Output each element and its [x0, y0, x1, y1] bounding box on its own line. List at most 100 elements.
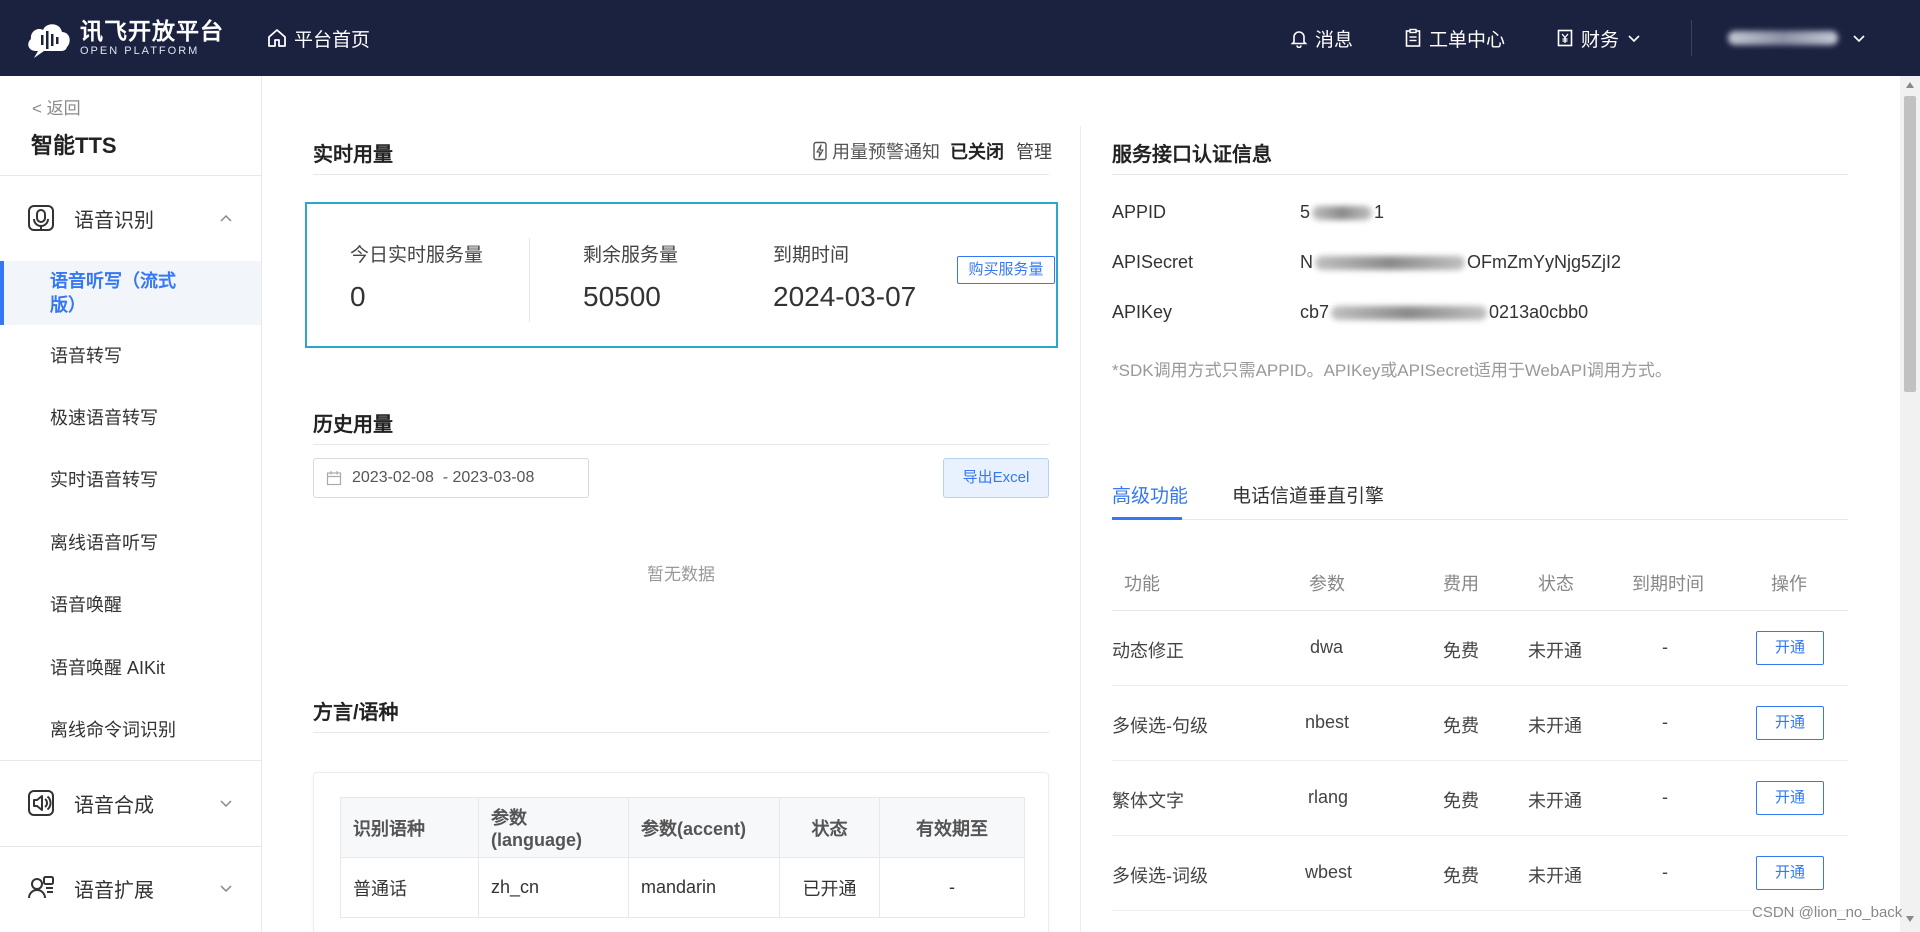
alert-bolt-icon [813, 141, 827, 161]
chevron-down-icon [1853, 35, 1865, 43]
appid-value[interactable]: 5 1 [1300, 202, 1384, 223]
table-row: 动态修正 dwa 免费 未开通 - 开通 [1112, 611, 1848, 686]
usage-alert-manage-link[interactable]: 管理 [1016, 138, 1052, 164]
active-tab-indicator [1112, 517, 1182, 520]
table-header: 状态 [779, 797, 880, 858]
today-usage: 今日实时服务量 0 [350, 240, 483, 313]
date-range-picker[interactable]: 2023-02-08 - 2023-03-08 [313, 458, 589, 498]
main-content: 实时用量 用量预警通知 已关闭 管理 今日实时服务量 0 剩余服务量 50500… [262, 76, 1900, 932]
tab-telephone-engine[interactable]: 电话信道垂直引擎 [1232, 481, 1384, 508]
messages-link[interactable]: 消息 [1289, 25, 1353, 52]
apikey-prefix: cb7 [1300, 302, 1330, 322]
apisecret-value[interactable]: N OFmZmYyNjg5ZjI2 [1300, 252, 1621, 273]
appid-prefix: 5 [1300, 202, 1311, 222]
platform-logo[interactable]: 讯飞开放平台 OPEN PLATFORM [24, 17, 224, 59]
feature-name: 多候选-句级 [1112, 716, 1208, 736]
feature-name: 动态修正 [1112, 641, 1184, 661]
enable-button[interactable]: 开通 [1756, 781, 1824, 815]
feature-status: 未开通 [1528, 866, 1582, 886]
table-row: 普通话 zh_cn mandarin 已开通 - [340, 857, 1025, 918]
sidebar-item-streaming-dictation[interactable]: 语音听写（流式版） [0, 261, 261, 325]
table-row: 繁体文字 rlang 免费 未开通 - 开通 [1112, 761, 1848, 836]
buy-service-button[interactable]: 购买服务量 [957, 256, 1055, 284]
redacted-blur [1315, 255, 1465, 270]
today-usage-label: 今日实时服务量 [350, 245, 484, 266]
clipboard-icon [1405, 28, 1421, 47]
chevron-down-icon [1628, 35, 1640, 43]
realtime-usage-card: 今日实时服务量 0 剩余服务量 50500 到期时间 2024-03-07 购买… [305, 202, 1058, 348]
table-cell: - [879, 857, 1025, 918]
feature-status: 未开通 [1528, 641, 1582, 661]
empty-state: 暂无数据 [647, 565, 715, 584]
remaining-usage: 剩余服务量 50500 [583, 240, 678, 313]
usage-alert-label: 用量预警通知 [832, 142, 940, 162]
history-usage-title: 历史用量 [313, 414, 393, 436]
usage-alert-status: 已关闭 [950, 142, 1004, 162]
sidebar-item-fast-transcription[interactable]: 极速语音转写 [0, 404, 261, 430]
sidebar-item-wakeup-aikit[interactable]: 语音唤醒 AIKit [0, 654, 261, 680]
sidebar-group-speech-synthesis[interactable]: 语音合成 [0, 773, 261, 833]
sidebar-item-label: 语音听写（流式版） [50, 271, 176, 315]
home-icon [268, 29, 286, 47]
table-cell: zh_cn [478, 857, 629, 918]
sidebar-item-label: 实时语音转写 [50, 470, 158, 490]
watermark: CSDN @lion_no_back [1752, 904, 1903, 921]
bell-icon [1290, 31, 1308, 48]
feature-fee: 免费 [1443, 866, 1479, 886]
today-usage-value: 0 [350, 281, 366, 312]
apikey-suffix: 0213a0cbb0 [1489, 302, 1589, 322]
export-excel-button[interactable]: 导出Excel [943, 458, 1049, 498]
sidebar-item-label: 离线语音听写 [50, 533, 158, 553]
user-menu[interactable] [1728, 31, 1866, 45]
sidebar-item-offline-dictation[interactable]: 离线语音听写 [0, 529, 261, 555]
table-cell: 已开通 [779, 857, 880, 918]
appid-label: APPID [1112, 202, 1167, 222]
apisecret-prefix: N [1300, 252, 1313, 272]
feature-param: wbest [1305, 862, 1353, 882]
feature-expire: - [1662, 787, 1668, 807]
scrollbar-thumb[interactable] [1904, 96, 1916, 392]
sidebar-item-label: 极速语音转写 [50, 408, 158, 428]
tab-advanced-features[interactable]: 高级功能 [1112, 481, 1188, 508]
scroll-down-arrow-icon[interactable] [1906, 916, 1914, 922]
table-cell: mandarin [628, 857, 780, 918]
messages-label: 消息 [1314, 29, 1353, 51]
chevron-down-icon [220, 885, 232, 893]
dialect-title: 方言/语种 [313, 702, 399, 724]
sidebar-group-label: 语音识别 [74, 209, 154, 232]
chevron-up-icon [220, 214, 232, 222]
feature-param: dwa [1310, 637, 1344, 657]
sidebar-group-speech-recognition[interactable]: 语音识别 [0, 188, 261, 248]
remaining-usage-value: 50500 [583, 281, 661, 312]
table-header: 参数(language) [478, 797, 629, 858]
finance-menu[interactable]: 财务 [1555, 25, 1641, 52]
chevron-down-icon [220, 800, 232, 808]
back-link[interactable]: < 返回 [32, 94, 81, 119]
sidebar-group-speech-extension[interactable]: 语音扩展 [0, 858, 261, 918]
apisecret-suffix: OFmZmYyNjg5ZjI2 [1467, 252, 1622, 272]
table-header: 识别语种 [340, 797, 479, 858]
tickets-link[interactable]: 工单中心 [1403, 25, 1505, 52]
home-link[interactable]: 平台首页 [266, 25, 370, 52]
date-range-value: 2023-02-08 - 2023-03-08 [352, 469, 535, 486]
speech-recognition-icon [28, 205, 54, 231]
scroll-up-arrow-icon[interactable] [1906, 82, 1914, 88]
sidebar-item-wakeup[interactable]: 语音唤醒 [0, 591, 261, 617]
realtime-usage-title: 实时用量 [313, 144, 393, 166]
sidebar-group-label: 语音合成 [74, 794, 154, 817]
sidebar-item-offline-command[interactable]: 离线命令词识别 [0, 716, 261, 742]
apikey-value[interactable]: cb7 0213a0cbb0 [1300, 302, 1588, 323]
apisecret-label: APISecret [1112, 252, 1194, 272]
sidebar-item-realtime-transcription[interactable]: 实时语音转写 [0, 466, 261, 492]
enable-button[interactable]: 开通 [1756, 706, 1824, 740]
page-scrollbar[interactable] [1900, 76, 1920, 932]
feature-param: nbest [1305, 712, 1350, 732]
feature-header-fee: 费用 [1443, 574, 1479, 594]
speaker-icon [28, 790, 54, 816]
feature-name: 多候选-词级 [1112, 866, 1208, 886]
enable-button[interactable]: 开通 [1756, 631, 1824, 665]
expire-date: 到期时间 2024-03-07 [773, 240, 916, 313]
enable-button[interactable]: 开通 [1756, 856, 1824, 890]
feature-header-name: 功能 [1124, 574, 1160, 594]
sidebar-item-transcription[interactable]: 语音转写 [0, 342, 261, 368]
